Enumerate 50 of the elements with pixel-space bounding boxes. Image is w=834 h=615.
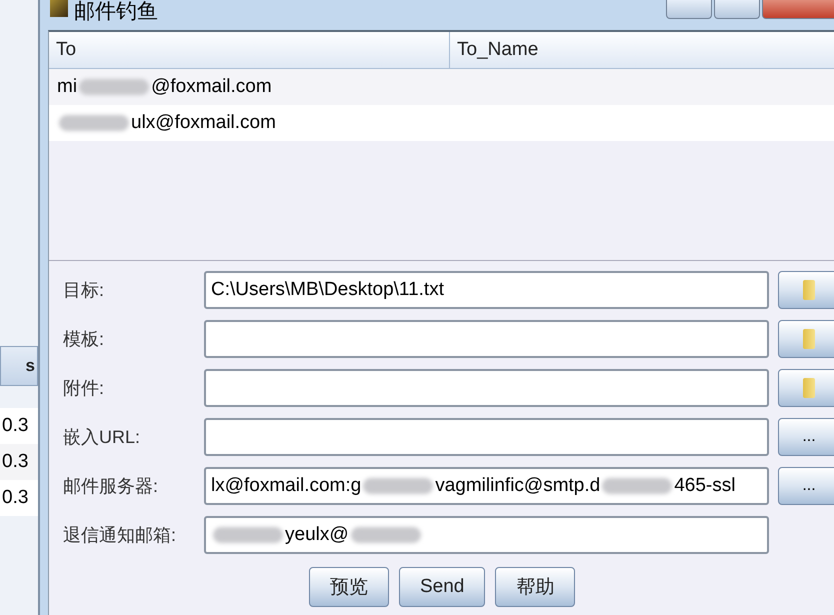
field-label: 退信通知邮箱: [63, 524, 178, 547]
table-row[interactable]: ulx@foxmail.com [49, 105, 834, 141]
blur-mark [79, 79, 150, 95]
table-cell: 0.3 [0, 444, 38, 480]
action-button[interactable]: Send [399, 567, 486, 607]
input-field[interactable] [204, 418, 769, 456]
text: ulx@foxmail.com [131, 112, 276, 134]
column-header[interactable]: To_Name [450, 32, 538, 68]
field-label: 附件: [63, 377, 106, 400]
column-header[interactable]: s [0, 346, 38, 386]
input-field[interactable] [204, 320, 769, 358]
table-row[interactable]: mi @foxmail.com [49, 69, 834, 105]
text: C:\Users\MB\Desktop\11.txt [211, 279, 444, 301]
table-cell-text: 0.3 [1, 414, 30, 438]
blur-mark [602, 478, 672, 494]
column-header[interactable]: To [49, 32, 450, 68]
maximize-button[interactable] [714, 0, 760, 19]
browse-button[interactable] [778, 271, 834, 309]
table-cell-text: 0.3 [1, 486, 30, 510]
browse-button[interactable] [778, 320, 834, 358]
field-label: 目标: [63, 279, 106, 302]
browse-button[interactable] [778, 369, 834, 407]
close-button[interactable] [762, 0, 834, 19]
field-label: 邮件服务器: [63, 475, 160, 498]
browse-button[interactable]: ... [778, 467, 834, 505]
folder-icon [803, 329, 815, 349]
action-button[interactable]: 帮助 [495, 567, 576, 607]
input-field[interactable]: C:\Users\MB\Desktop\11.txt [204, 271, 769, 309]
blur-mark [350, 527, 421, 543]
input-field[interactable]: lx@foxmail.com:g vagmilinfic@smtp.d 465-ssl [204, 467, 769, 505]
field-label: 模板: [63, 328, 106, 351]
blur-mark [213, 527, 283, 543]
blur-mark [363, 478, 434, 494]
window-title: 邮件钓鱼 [74, 0, 158, 24]
blur-mark [59, 115, 129, 131]
field-label: 嵌入URL: [63, 426, 142, 449]
text: lx@foxmail.com:g [211, 475, 362, 497]
app-icon [50, 0, 68, 17]
text: @foxmail.com [151, 76, 272, 98]
text: yeulx@ [285, 524, 349, 546]
folder-icon [803, 378, 815, 398]
input-field[interactable]: yeulx@ [204, 516, 769, 554]
minimize-button[interactable] [666, 0, 712, 19]
text: mi [57, 76, 78, 98]
text: 465-ssl [674, 475, 736, 497]
browse-button[interactable]: ... [778, 418, 834, 456]
text: vagmilinfic@smtp.d [435, 475, 600, 497]
folder-icon [803, 280, 815, 300]
input-field[interactable] [204, 369, 769, 407]
action-button[interactable]: 预览 [309, 567, 389, 607]
